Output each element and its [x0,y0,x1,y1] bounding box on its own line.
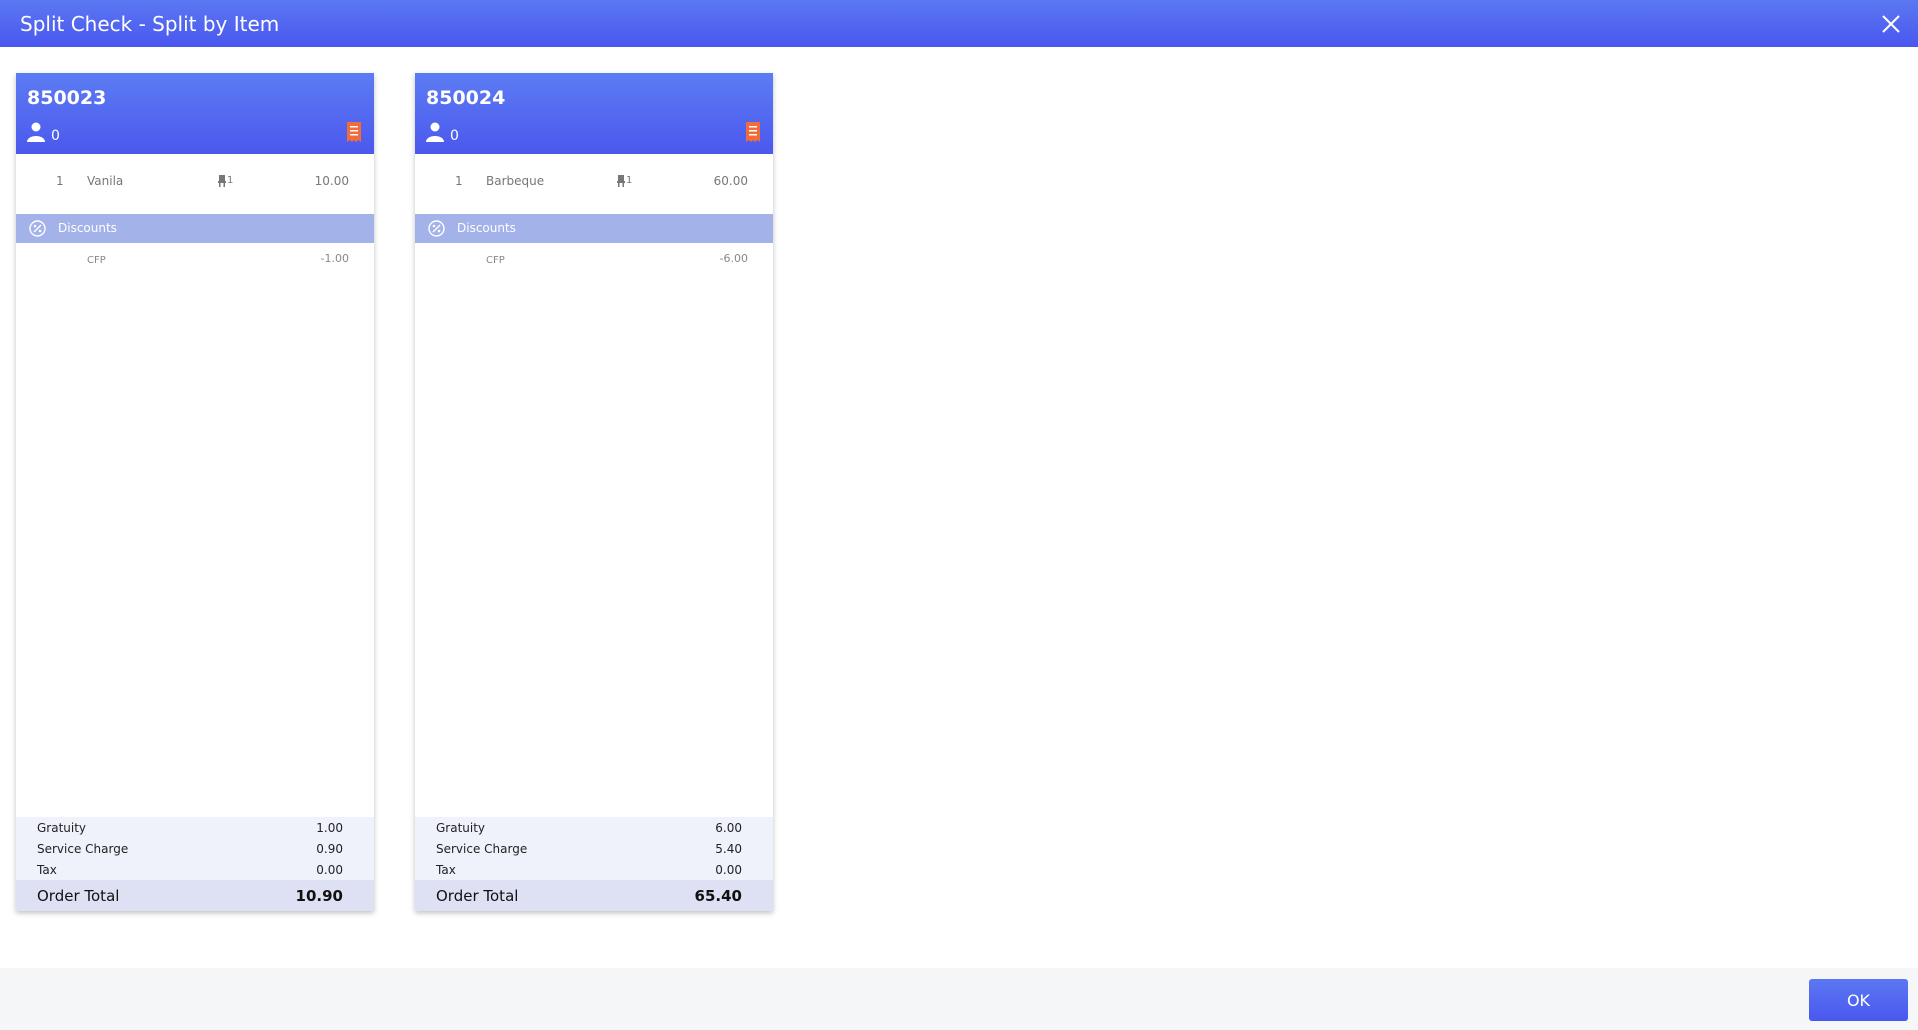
discount-row[interactable]: CFP -6.00 [415,243,773,273]
item-name: Barbeque [486,174,545,188]
check-summary: Gratuity 6.00 Service Charge 5.40 Tax 0.… [415,817,773,911]
check-number: 850024 [426,87,506,109]
order-total-line: Order Total 10.90 [16,880,374,911]
item-seat: 1 [227,175,234,186]
discounts-header: Discounts [16,214,374,243]
service-charge-line: Service Charge 5.40 [415,838,773,859]
ok-button[interactable]: OK [1809,979,1908,1021]
discount-icon [29,220,46,237]
seat-icon [218,175,226,187]
item-name: Vanila [87,174,124,188]
receipt-icon[interactable] [745,122,761,142]
order-total-label: Order Total [436,887,519,905]
order-total-label: Order Total [37,887,120,905]
gratuity-value: 6.00 [715,821,742,835]
tax-value: 0.00 [316,863,343,877]
service-charge-line: Service Charge 0.90 [16,838,374,859]
check-header: 850023 0 [16,73,374,154]
tax-label: Tax [37,863,57,877]
item-row[interactable]: 1 Vanila 1 10.00 [16,154,374,214]
guest-count: 0 [450,128,459,144]
gratuity-line: Gratuity 1.00 [16,817,374,838]
order-total-line: Order Total 65.40 [415,880,773,911]
discount-value: -1.00 [320,252,349,265]
tax-line: Tax 0.00 [16,859,374,880]
check-header: 850024 0 [415,73,773,154]
service-charge-label: Service Charge [436,842,528,856]
dialog-footer: OK [0,968,1918,1030]
check-summary: Gratuity 1.00 Service Charge 0.90 Tax 0.… [16,817,374,911]
gratuity-line: Gratuity 6.00 [415,817,773,838]
item-qty: 1 [56,174,64,188]
guest-count: 0 [51,128,60,144]
discounts-label: Discounts [58,221,117,235]
check-card[interactable]: 850024 0 1 Barbeque 1 60.00 Discounts CF… [415,73,773,911]
gratuity-label: Gratuity [436,821,486,835]
order-total-value: 10.90 [295,887,343,905]
receipt-icon[interactable] [346,122,362,142]
item-seat: 1 [626,175,633,186]
item-price: 10.00 [314,174,349,188]
discount-name: CFP [486,255,505,266]
service-charge-label: Service Charge [37,842,129,856]
gratuity-value: 1.00 [316,821,343,835]
dialog-title: Split Check - Split by Item [20,12,280,36]
discount-name: CFP [87,255,106,266]
tax-label: Tax [436,863,456,877]
item-row[interactable]: 1 Barbeque 1 60.00 [415,154,773,214]
service-charge-value: 5.40 [715,842,742,856]
discounts-header: Discounts [415,214,773,243]
item-price: 60.00 [713,174,748,188]
gratuity-label: Gratuity [37,821,87,835]
seat-icon [617,175,625,187]
check-number: 850023 [27,87,107,109]
discounts-label: Discounts [457,221,516,235]
discount-icon [428,220,445,237]
tax-line: Tax 0.00 [415,859,773,880]
guest-icon [27,122,45,142]
check-card[interactable]: 850023 0 1 Vanila 1 10.00 Discounts CFP … [16,73,374,911]
order-total-value: 65.40 [694,887,742,905]
close-icon[interactable] [1880,13,1902,35]
discount-value: -6.00 [719,252,748,265]
dialog-titlebar: Split Check - Split by Item [0,0,1918,47]
discount-row[interactable]: CFP -1.00 [16,243,374,273]
service-charge-value: 0.90 [316,842,343,856]
guest-icon [426,122,444,142]
item-qty: 1 [455,174,463,188]
tax-value: 0.00 [715,863,742,877]
